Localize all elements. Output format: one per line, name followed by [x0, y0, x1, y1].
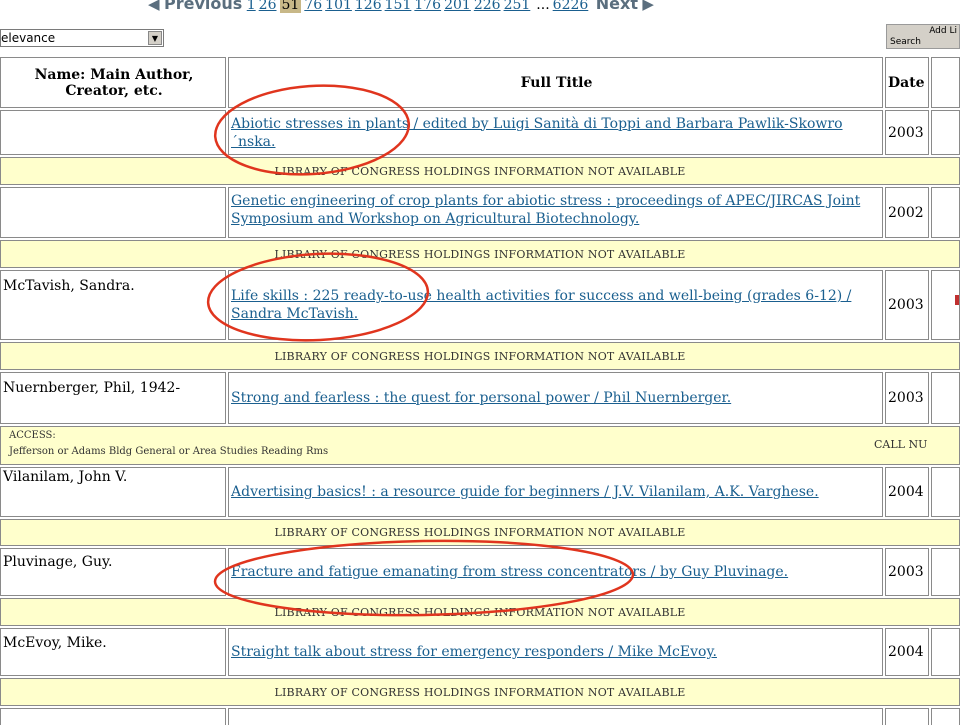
results-table: Name: Main Author, Creator, etc. Full Ti… [0, 55, 960, 725]
extra-cell [931, 187, 960, 238]
page-link-226[interactable]: 226 [474, 0, 501, 13]
title-link[interactable]: Straight talk about stress for emergency… [231, 643, 717, 661]
access-band: ACCESS: Jefferson or Adams Bldg General … [0, 424, 960, 465]
page-link-76[interactable]: 76 [304, 0, 322, 13]
holdings-band: LIBRARY OF CONGRESS HOLDINGS INFORMATION… [0, 155, 960, 185]
holdings-band: LIBRARY OF CONGRESS HOLDINGS INFORMATION… [0, 596, 960, 626]
search-label: Search [890, 37, 921, 47]
call-number-label: CALL NU [874, 438, 928, 451]
table-row: Abiotic stresses in plants / edited by L… [0, 108, 960, 155]
extra-cell [931, 708, 960, 725]
extra-cell [931, 372, 960, 424]
table-row: McTavish, Sandra. Life skills : 225 read… [0, 268, 960, 340]
author-cell [0, 187, 226, 238]
next-arrow-icon[interactable]: ▶ [642, 0, 654, 13]
author-cell: Vilanilam, John V. [0, 467, 226, 517]
date-cell [885, 708, 929, 725]
page-link-151[interactable]: 151 [385, 0, 412, 13]
pagination: ◀ Previous 1 26 51 76 101 126 151 176 201 226 251.… [148, 0, 654, 16]
table-row: Genetic engineering of crop plants for a… [0, 185, 960, 238]
sort-select-value: elevance [1, 31, 56, 45]
table-row [0, 706, 960, 725]
page-link-201[interactable]: 201 [444, 0, 471, 13]
date-cell: 2002 [885, 187, 929, 238]
sort-select[interactable]: elevance ▼ [0, 29, 164, 47]
holdings-notice: LIBRARY OF CONGRESS HOLDINGS INFORMATION… [0, 240, 960, 268]
table-row: McEvoy, Mike. Straight talk about stress… [0, 626, 960, 676]
page-link-176[interactable]: 176 [414, 0, 441, 13]
table-row: Pluvinage, Guy. Fracture and fatigue ema… [0, 546, 960, 596]
title-link[interactable]: Fracture and fatigue emanating from stre… [231, 563, 788, 581]
title-cell: Life skills : 225 ready-to-use health ac… [228, 270, 883, 340]
title-cell: Genetic engineering of crop plants for a… [228, 187, 883, 238]
holdings-notice: LIBRARY OF CONGRESS HOLDINGS INFORMATION… [0, 678, 960, 706]
date-cell: 2004 [885, 467, 929, 517]
chevron-down-icon[interactable]: ▼ [148, 31, 162, 45]
author-cell: Nuernberger, Phil, 1942- [0, 372, 226, 424]
holdings-notice: LIBRARY OF CONGRESS HOLDINGS INFORMATION… [0, 342, 960, 370]
holdings-band: LIBRARY OF CONGRESS HOLDINGS INFORMATION… [0, 676, 960, 706]
title-link[interactable]: Strong and fearless : the quest for pers… [231, 389, 731, 407]
table-row: Nuernberger, Phil, 1942- Strong and fear… [0, 370, 960, 424]
extra-cell [931, 270, 960, 340]
previous-arrow-icon[interactable]: ◀ [148, 0, 160, 13]
extra-cell [931, 467, 960, 517]
date-cell: 2003 [885, 548, 929, 596]
page-ellipsis: ... [536, 0, 550, 13]
title-link[interactable]: Advertising basics! : a resource guide f… [231, 483, 819, 501]
title-link[interactable]: Genetic engineering of crop plants for a… [231, 192, 882, 228]
date-cell: 2003 [885, 110, 929, 155]
title-link[interactable]: Life skills : 225 ready-to-use health ac… [231, 287, 882, 323]
holdings-notice: LIBRARY OF CONGRESS HOLDINGS INFORMATION… [0, 598, 960, 626]
date-cell: 2003 [885, 270, 929, 340]
title-cell [228, 708, 883, 725]
title-cell: Advertising basics! : a resource guide f… [228, 467, 883, 517]
extra-cell [931, 628, 960, 676]
extra-cell [931, 110, 960, 155]
header-extra [931, 57, 960, 108]
title-link[interactable]: Abiotic stresses in plants / edited by L… [231, 115, 882, 151]
author-cell: McEvoy, Mike. [0, 628, 226, 676]
page-link-last[interactable]: 6226 [553, 0, 589, 13]
status-mark [955, 295, 959, 305]
current-page: 51 [279, 0, 302, 13]
author-cell: McTavish, Sandra. [0, 270, 226, 340]
page-link-251[interactable]: 251 [504, 0, 531, 13]
access-label: ACCESS: [9, 430, 56, 441]
header-date[interactable]: Date [885, 57, 929, 108]
date-cell: 2003 [885, 372, 929, 424]
page-link-101[interactable]: 101 [325, 0, 352, 13]
holdings-band: LIBRARY OF CONGRESS HOLDINGS INFORMATION… [0, 340, 960, 370]
holdings-notice: LIBRARY OF CONGRESS HOLDINGS INFORMATION… [0, 157, 960, 185]
title-cell: Abiotic stresses in plants / edited by L… [228, 110, 883, 155]
author-cell [0, 708, 226, 725]
holdings-band: LIBRARY OF CONGRESS HOLDINGS INFORMATION… [0, 238, 960, 268]
previous-link[interactable]: Previous [164, 0, 242, 13]
page-link-1[interactable]: 1 [247, 0, 256, 13]
add-limits-search-button[interactable]: Add Li Search [886, 24, 960, 49]
holdings-band: LIBRARY OF CONGRESS HOLDINGS INFORMATION… [0, 517, 960, 546]
table-header-row: Name: Main Author, Creator, etc. Full Ti… [0, 55, 960, 108]
header-title[interactable]: Full Title [228, 57, 883, 108]
access-info: ACCESS: Jefferson or Adams Bldg General … [0, 426, 960, 465]
page-link-26[interactable]: 26 [259, 0, 277, 13]
add-limits-label: Add Li [929, 26, 957, 36]
header-author[interactable]: Name: Main Author, Creator, etc. [0, 57, 226, 108]
title-cell: Fracture and fatigue emanating from stre… [228, 548, 883, 596]
author-cell [0, 110, 226, 155]
author-cell: Pluvinage, Guy. [0, 548, 226, 596]
access-location: Jefferson or Adams Bldg General or Area … [9, 446, 329, 457]
title-cell: Strong and fearless : the quest for pers… [228, 372, 883, 424]
extra-cell [931, 548, 960, 596]
table-row: Vilanilam, John V. Advertising basics! :… [0, 465, 960, 517]
page-link-126[interactable]: 126 [355, 0, 382, 13]
holdings-notice: LIBRARY OF CONGRESS HOLDINGS INFORMATION… [0, 519, 960, 546]
next-link[interactable]: Next [596, 0, 638, 13]
title-cell: Straight talk about stress for emergency… [228, 628, 883, 676]
date-cell: 2004 [885, 628, 929, 676]
